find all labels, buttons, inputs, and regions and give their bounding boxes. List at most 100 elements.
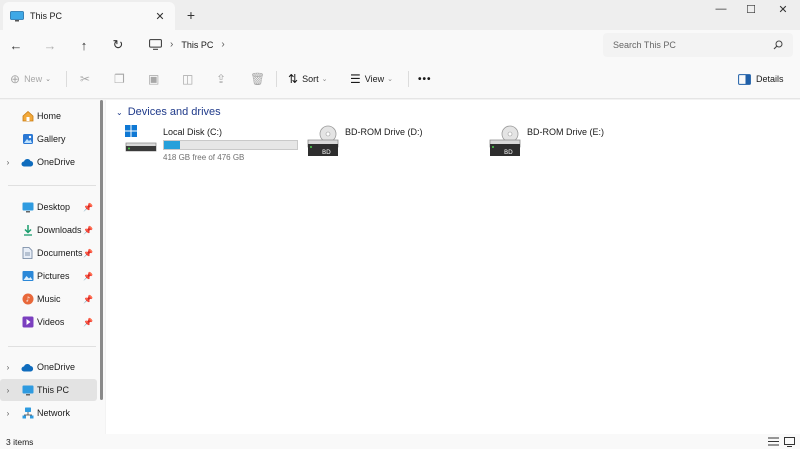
sidebar-item-pictures[interactable]: Pictures 📌 — [0, 265, 97, 287]
desktop-icon — [21, 201, 34, 214]
breadcrumb-separator: › — [170, 39, 174, 50]
new-tab-button[interactable]: + — [182, 6, 200, 24]
breadcrumb-separator[interactable]: › — [221, 39, 224, 50]
status-bar: 3 items — [0, 434, 800, 449]
chevron-down-icon: ⌄ — [321, 76, 328, 83]
svg-text:♪: ♪ — [25, 296, 29, 304]
drive-name: BD-ROM Drive (E:) — [527, 127, 604, 137]
rename-icon: ◫ — [182, 72, 194, 86]
drive-name: Local Disk (C:) — [163, 127, 223, 137]
forward-button[interactable]: → — [39, 34, 61, 56]
downloads-icon — [21, 224, 34, 237]
details-view-button[interactable] — [766, 435, 780, 448]
drive-local-disk-c[interactable]: Local Disk (C:) 418 GB free of 476 GB — [124, 124, 298, 162]
pin-icon[interactable]: 📌 — [83, 272, 93, 281]
details-label: Details — [756, 74, 784, 84]
title-bar: This PC ✕ + — ☐ ✕ — [0, 0, 800, 30]
videos-icon — [21, 316, 34, 329]
close-window-button[interactable]: ✕ — [768, 0, 798, 18]
tiles-view-button[interactable] — [782, 435, 796, 448]
pin-icon[interactable]: 📌 — [83, 226, 93, 235]
pin-icon[interactable]: 📌 — [83, 318, 93, 327]
search-input[interactable]: Search This PC — [603, 33, 793, 57]
paste-button[interactable]: ▣ — [148, 69, 163, 89]
tiles-view-icon — [783, 436, 795, 447]
home-icon — [21, 110, 34, 123]
cut-button[interactable]: ✂ — [80, 69, 94, 89]
trash-icon: 🗑 — [250, 72, 266, 86]
minimize-button[interactable]: — — [706, 0, 736, 18]
sidebar-divider — [8, 185, 96, 186]
new-button[interactable]: ⊕ New ⌄ — [10, 69, 51, 89]
sidebar-item-videos[interactable]: Videos 📌 — [0, 311, 97, 333]
drive-bd-rom-e[interactable]: BD BD-ROM Drive (E:) — [488, 124, 604, 158]
sidebar-item-documents[interactable]: Documents 📌 — [0, 242, 97, 264]
chevron-down-icon: ⌄ — [45, 76, 51, 83]
sidebar-item-gallery[interactable]: Gallery — [0, 128, 97, 150]
sidebar-item-this-pc[interactable]: › This PC — [0, 379, 97, 401]
pin-icon[interactable]: 📌 — [83, 203, 93, 212]
view-button[interactable]: ☰ View ⌄ — [350, 69, 393, 89]
rename-button[interactable]: ◫ — [182, 69, 197, 89]
back-button[interactable]: ← — [5, 34, 27, 56]
more-options-button[interactable]: ••• — [418, 69, 432, 89]
share-button[interactable]: ⇪ — [216, 69, 230, 89]
group-title: Devices and drives — [127, 106, 221, 118]
chevron-down-icon: ⌄ — [387, 76, 393, 83]
drive-usage-fill — [164, 141, 180, 149]
chevron-right-icon[interactable]: › — [2, 363, 14, 372]
drive-bd-rom-d[interactable]: BD BD-ROM Drive (D:) — [306, 124, 423, 158]
group-header-devices[interactable]: ⌄ Devices and drives — [116, 106, 221, 118]
music-icon: ♪ — [21, 293, 34, 306]
refresh-button[interactable]: ↻ — [107, 34, 129, 56]
close-tab-icon[interactable]: ✕ — [151, 7, 169, 25]
sidebar-item-home[interactable]: Home — [0, 105, 97, 127]
plus-circle-icon: ⊕ — [10, 72, 21, 86]
more-icon: ••• — [418, 73, 432, 85]
pin-icon[interactable]: 📌 — [83, 295, 93, 304]
sort-button[interactable]: ⇅ Sort ⌄ — [288, 69, 327, 89]
sidebar-item-downloads[interactable]: Downloads 📌 — [0, 219, 97, 241]
search-icon — [773, 40, 783, 50]
clipboard-icon: ▣ — [148, 72, 160, 86]
command-bar: ⊕ New ⌄ ✂ ❐ ▣ ◫ ⇪ 🗑 ⇅ Sort ⌄ ☰ View ⌄ ••… — [0, 59, 800, 99]
sort-icon: ⇅ — [288, 72, 299, 86]
search-placeholder: Search This PC — [613, 40, 676, 50]
navigation-pane: Home Gallery › OneDrive Desktop 📌 Downlo… — [0, 100, 105, 434]
cloud-icon — [21, 361, 34, 374]
delete-button[interactable]: 🗑 — [250, 69, 269, 89]
tab-this-pc[interactable]: This PC ✕ — [3, 2, 175, 30]
address-bar[interactable]: › This PC › — [140, 33, 595, 56]
maximize-button[interactable]: ☐ — [736, 0, 766, 18]
sidebar-item-onedrive[interactable]: › OneDrive — [0, 151, 97, 173]
drive-free-space: 418 GB free of 476 GB — [163, 153, 245, 162]
scissors-icon: ✂ — [80, 72, 91, 86]
share-icon: ⇪ — [216, 72, 227, 86]
tab-title: This PC — [30, 11, 63, 21]
sidebar-item-onedrive-2[interactable]: › OneDrive — [0, 356, 97, 378]
sidebar-item-desktop[interactable]: Desktop 📌 — [0, 196, 97, 218]
up-button[interactable]: ↑ — [73, 34, 95, 56]
pin-icon[interactable]: 📌 — [83, 249, 93, 258]
chevron-right-icon[interactable]: › — [2, 409, 14, 418]
file-view: ⌄ Devices and drives Local Disk (C:) 418… — [106, 100, 800, 434]
bd-rom-drive-icon: BD — [488, 124, 522, 158]
cloud-icon — [21, 156, 34, 169]
sidebar-scrollbar[interactable] — [100, 100, 103, 400]
sidebar-item-network[interactable]: › Network — [0, 402, 97, 424]
chevron-right-icon[interactable]: › — [2, 158, 14, 167]
chevron-right-icon[interactable]: › — [2, 386, 14, 395]
breadcrumb-this-pc[interactable]: This PC — [181, 40, 213, 50]
gallery-icon — [21, 133, 34, 146]
item-count: 3 items — [6, 436, 34, 447]
copy-button[interactable]: ❐ — [114, 69, 129, 89]
documents-icon — [21, 247, 34, 260]
list-view-icon — [767, 437, 779, 446]
new-label: New — [24, 74, 43, 84]
details-button[interactable]: Details — [738, 69, 784, 89]
computer-icon — [10, 10, 24, 21]
bd-rom-drive-icon: BD — [306, 124, 340, 158]
address-row: ← → ↑ ↻ › This PC › Search This PC — [0, 30, 800, 59]
sidebar-item-music[interactable]: ♪ Music 📌 — [0, 288, 97, 310]
details-pane-icon — [738, 73, 751, 85]
